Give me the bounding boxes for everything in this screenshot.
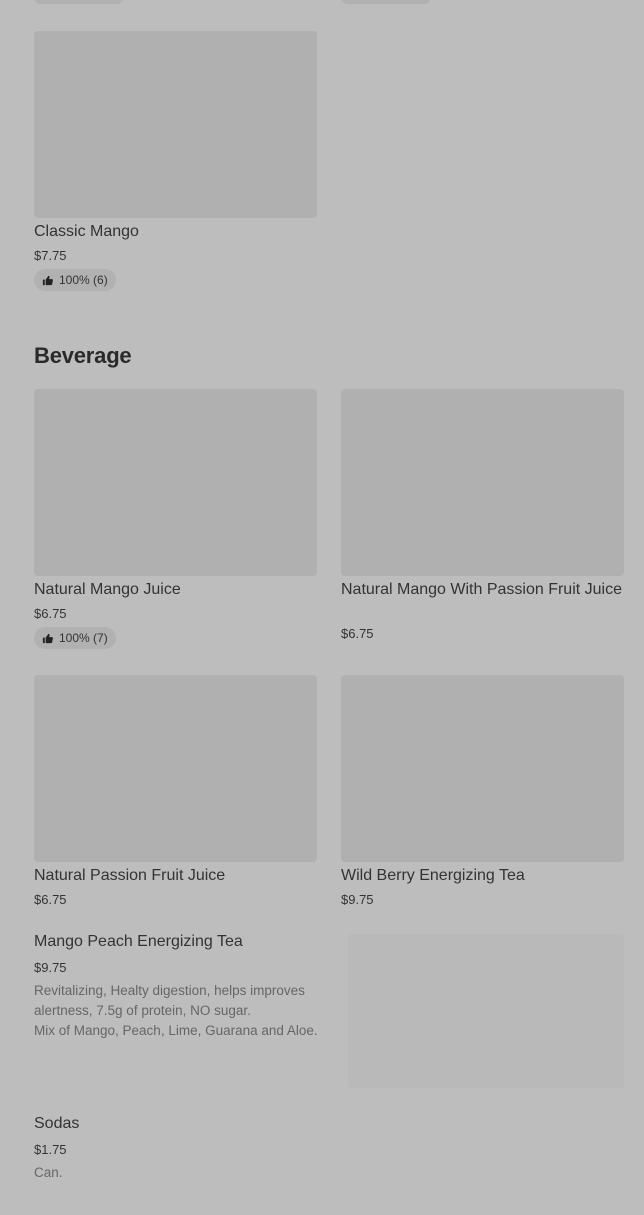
thumbs-up-icon bbox=[42, 633, 53, 643]
item-price: $9.75 bbox=[341, 892, 374, 907]
rating-badge bbox=[34, 0, 124, 4]
rating-text: 100% (7) bbox=[59, 631, 108, 645]
item-image[interactable] bbox=[34, 675, 317, 862]
item-price: $6.75 bbox=[34, 892, 67, 907]
item-image[interactable] bbox=[348, 934, 624, 1088]
item-price: $1.75 bbox=[34, 1142, 67, 1157]
section-heading: Beverage bbox=[34, 343, 132, 368]
item-description: Revitalizing, Healty digestion, helps im… bbox=[34, 983, 305, 1018]
rating-badge: 100% (6) bbox=[34, 269, 116, 291]
item-image[interactable] bbox=[341, 389, 624, 576]
item-price: $6.75 bbox=[34, 606, 67, 621]
item-name: Classic Mango bbox=[34, 223, 139, 240]
item-name: Natural Passion Fruit Juice bbox=[34, 867, 226, 884]
thumbs-up-icon bbox=[42, 275, 53, 285]
rating-badge bbox=[341, 0, 431, 4]
item-name: Natural Mango With Passion Fruit Juice bbox=[341, 581, 622, 598]
rating-badge: 100% (7) bbox=[34, 627, 116, 649]
item-price: $9.75 bbox=[34, 960, 67, 975]
item-image[interactable] bbox=[341, 675, 624, 862]
item-name: Mango Peach Energizing Tea bbox=[34, 933, 243, 950]
item-image[interactable] bbox=[34, 389, 317, 576]
item-name: Sodas bbox=[34, 1115, 80, 1132]
item-image[interactable] bbox=[34, 31, 317, 218]
item-price: $6.75 bbox=[341, 626, 374, 641]
item-description: Mix of Mango, Peach, Lime, Guarana and A… bbox=[34, 1023, 318, 1038]
item-price: $7.75 bbox=[34, 248, 67, 263]
item-description: Can. bbox=[34, 1165, 63, 1180]
rating-text: 100% (6) bbox=[59, 273, 108, 287]
item-name: Natural Mango Juice bbox=[34, 581, 181, 598]
item-name: Wild Berry Energizing Tea bbox=[341, 867, 525, 884]
